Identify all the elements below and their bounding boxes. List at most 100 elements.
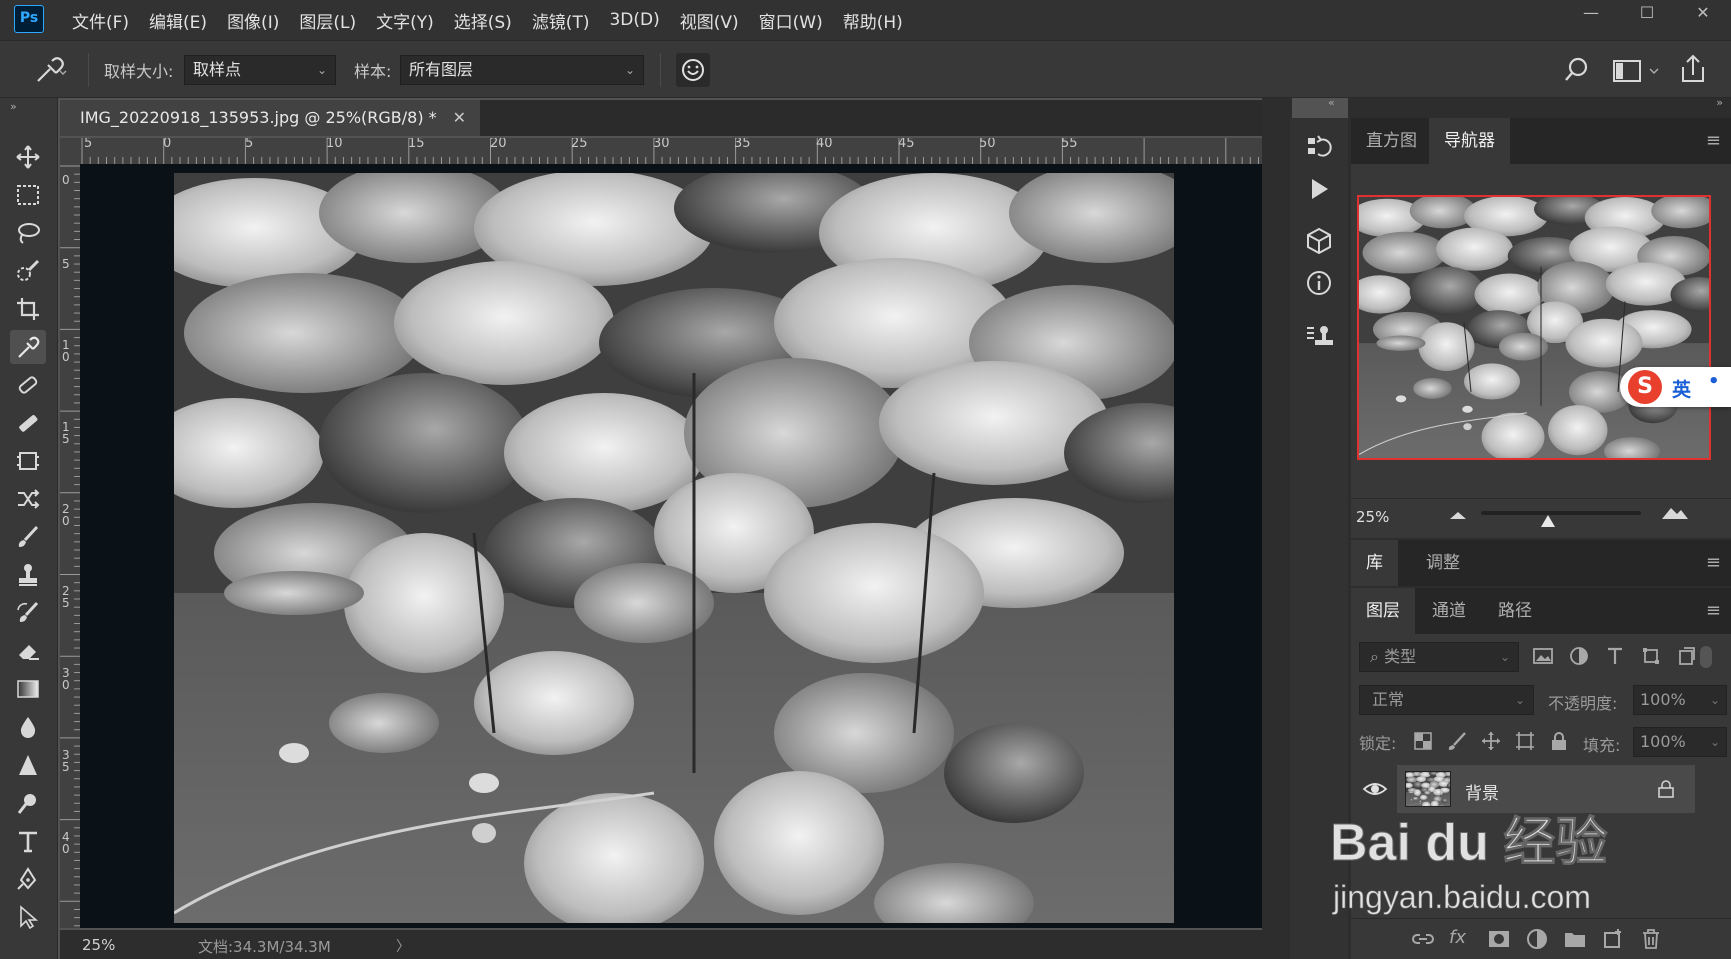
zoom-level[interactable]: 25% (82, 936, 115, 954)
maximize-button[interactable]: ☐ (1619, 0, 1675, 28)
zoom-in-button[interactable] (1660, 503, 1690, 521)
sample-select[interactable]: 所有图层 ⌄ (400, 55, 644, 85)
type-tool[interactable] (10, 824, 46, 858)
close-icon[interactable]: ✕ (453, 100, 466, 136)
sampling-ring-button[interactable] (676, 53, 710, 87)
lock-artboard-icon[interactable] (1514, 730, 1536, 752)
panel-menu-icon[interactable]: ≡ (1706, 600, 1721, 621)
navigator-preview[interactable] (1357, 195, 1711, 460)
menu-file[interactable]: 文件(F) (72, 8, 129, 33)
navigator-zoom-slider[interactable] (1481, 511, 1641, 515)
folder-icon[interactable] (1563, 927, 1587, 951)
quick-selection-tool[interactable] (10, 254, 46, 288)
panel-menu-icon[interactable]: ≡ (1706, 130, 1721, 151)
actions-panel-button[interactable] (1304, 174, 1334, 204)
blend-mode-select[interactable]: 正常 ⌄ (1359, 685, 1534, 715)
menu-window[interactable]: 窗口(W) (759, 8, 823, 33)
fill-input[interactable]: 100% ⌄ (1633, 727, 1727, 757)
opacity-input[interactable]: 100% ⌄ (1633, 685, 1727, 715)
share-button[interactable] (1675, 51, 1711, 87)
menu-help[interactable]: 帮助(H) (843, 8, 903, 33)
workspace-switcher[interactable] (1610, 53, 1666, 87)
smart-object-filter-icon[interactable] (1676, 645, 1698, 667)
type-filter-icon[interactable] (1604, 645, 1626, 667)
content-aware-move-tool[interactable] (10, 482, 46, 516)
gradient-tool[interactable] (10, 672, 46, 706)
tab-paths[interactable]: 路径 (1483, 588, 1547, 634)
marquee-tool[interactable] (10, 178, 46, 212)
trash-icon[interactable] (1639, 927, 1663, 951)
navigator-zoom-value[interactable]: 25% (1356, 508, 1389, 526)
ime-indicator[interactable]: S 英 • (1620, 367, 1731, 407)
tab-histogram[interactable]: 直方图 (1351, 118, 1432, 164)
image-filter-icon[interactable] (1532, 645, 1554, 667)
lock-transparent-icon[interactable] (1412, 730, 1434, 752)
history-panel-button[interactable] (1304, 132, 1334, 162)
fx-icon[interactable]: fx (1449, 927, 1473, 953)
collapse-left-icon[interactable]: « (1328, 96, 1335, 109)
layer-mask-icon[interactable] (1487, 927, 1511, 951)
vertical-ruler[interactable]: 0 5 1 0 1 5 2 0 2 5 3 0 3 5 4 0 (60, 164, 80, 928)
document-image[interactable] (174, 173, 1174, 923)
adjustment-layer-icon[interactable] (1525, 927, 1549, 951)
tab-libraries[interactable]: 库 (1351, 540, 1398, 586)
clone-stamp-tool[interactable] (10, 558, 46, 592)
brush-tool-alt[interactable] (10, 406, 46, 440)
menu-layer[interactable]: 图层(L) (299, 8, 356, 33)
menu-image[interactable]: 图像(I) (227, 8, 279, 33)
history-brush-tool[interactable] (10, 596, 46, 630)
status-menu-arrow[interactable]: 〉 (396, 936, 410, 956)
layer-name[interactable]: 背景 (1465, 779, 1499, 804)
lasso-tool[interactable] (10, 216, 46, 250)
menu-filter[interactable]: 滤镜(T) (532, 8, 590, 33)
minimize-button[interactable]: — (1563, 0, 1619, 28)
3d-panel-button[interactable] (1304, 226, 1334, 256)
pen-tool[interactable] (10, 862, 46, 896)
tab-adjustments[interactable]: 调整 (1411, 540, 1475, 586)
sharpen-tool[interactable] (10, 748, 46, 782)
info-panel-button[interactable] (1304, 268, 1334, 298)
new-layer-icon[interactable] (1601, 927, 1625, 951)
collapse-tools-icon[interactable]: » (10, 100, 17, 113)
eyedropper-tool[interactable] (10, 330, 46, 364)
eraser-tool[interactable] (10, 634, 46, 668)
lock-all-icon[interactable] (1548, 730, 1570, 752)
spot-healing-tool[interactable] (10, 368, 46, 402)
search-button[interactable] (1560, 53, 1594, 87)
panel-menu-icon[interactable]: ≡ (1706, 552, 1721, 573)
collapse-right-icon[interactable]: » (1716, 96, 1723, 109)
adjustment-filter-icon[interactable] (1568, 645, 1590, 667)
blur-tool[interactable] (10, 710, 46, 744)
layer-filter-select[interactable]: ⌕ 类型 ⌄ (1359, 642, 1519, 672)
menu-edit[interactable]: 编辑(E) (149, 8, 207, 33)
move-tool[interactable] (10, 140, 46, 174)
menu-select[interactable]: 选择(S) (454, 8, 512, 33)
filter-toggle[interactable] (1700, 646, 1712, 668)
tab-layers[interactable]: 图层 (1351, 588, 1415, 634)
layer-visibility-toggle[interactable] (1362, 778, 1388, 800)
patch-tool[interactable] (10, 444, 46, 478)
crop-tool[interactable] (10, 292, 46, 326)
sample-size-select[interactable]: 取样点 ⌄ (184, 55, 336, 85)
eyedropper-preset-picker[interactable] (30, 53, 70, 87)
zoom-out-button[interactable] (1448, 505, 1468, 521)
tab-navigator[interactable]: 导航器 (1429, 118, 1510, 164)
link-icon[interactable] (1411, 927, 1435, 951)
zoom-slider-knob[interactable] (1540, 514, 1556, 532)
tab-channels[interactable]: 通道 (1417, 588, 1481, 634)
menu-view[interactable]: 视图(V) (680, 8, 739, 33)
lock-pixels-icon[interactable] (1446, 730, 1468, 752)
brush-tool[interactable] (10, 520, 46, 554)
ruler-origin[interactable] (60, 138, 80, 164)
path-selection-tool[interactable] (10, 900, 46, 934)
document-tab[interactable]: IMG_20220918_135953.jpg @ 25%(RGB/8) * ✕ (60, 100, 480, 136)
dodge-tool[interactable] (10, 786, 46, 820)
menu-type[interactable]: 文字(Y) (376, 8, 434, 33)
menu-3d[interactable]: 3D(D) (609, 10, 659, 30)
horizontal-ruler[interactable]: 5 0 5 10 15 20 25 30 35 40 45 50 55 (80, 138, 1262, 164)
layer-thumbnail[interactable] (1405, 771, 1451, 807)
lock-position-icon[interactable] (1480, 730, 1502, 752)
shape-filter-icon[interactable] (1640, 645, 1662, 667)
close-button[interactable]: ✕ (1675, 0, 1731, 28)
clone-source-panel-button[interactable] (1304, 322, 1334, 352)
